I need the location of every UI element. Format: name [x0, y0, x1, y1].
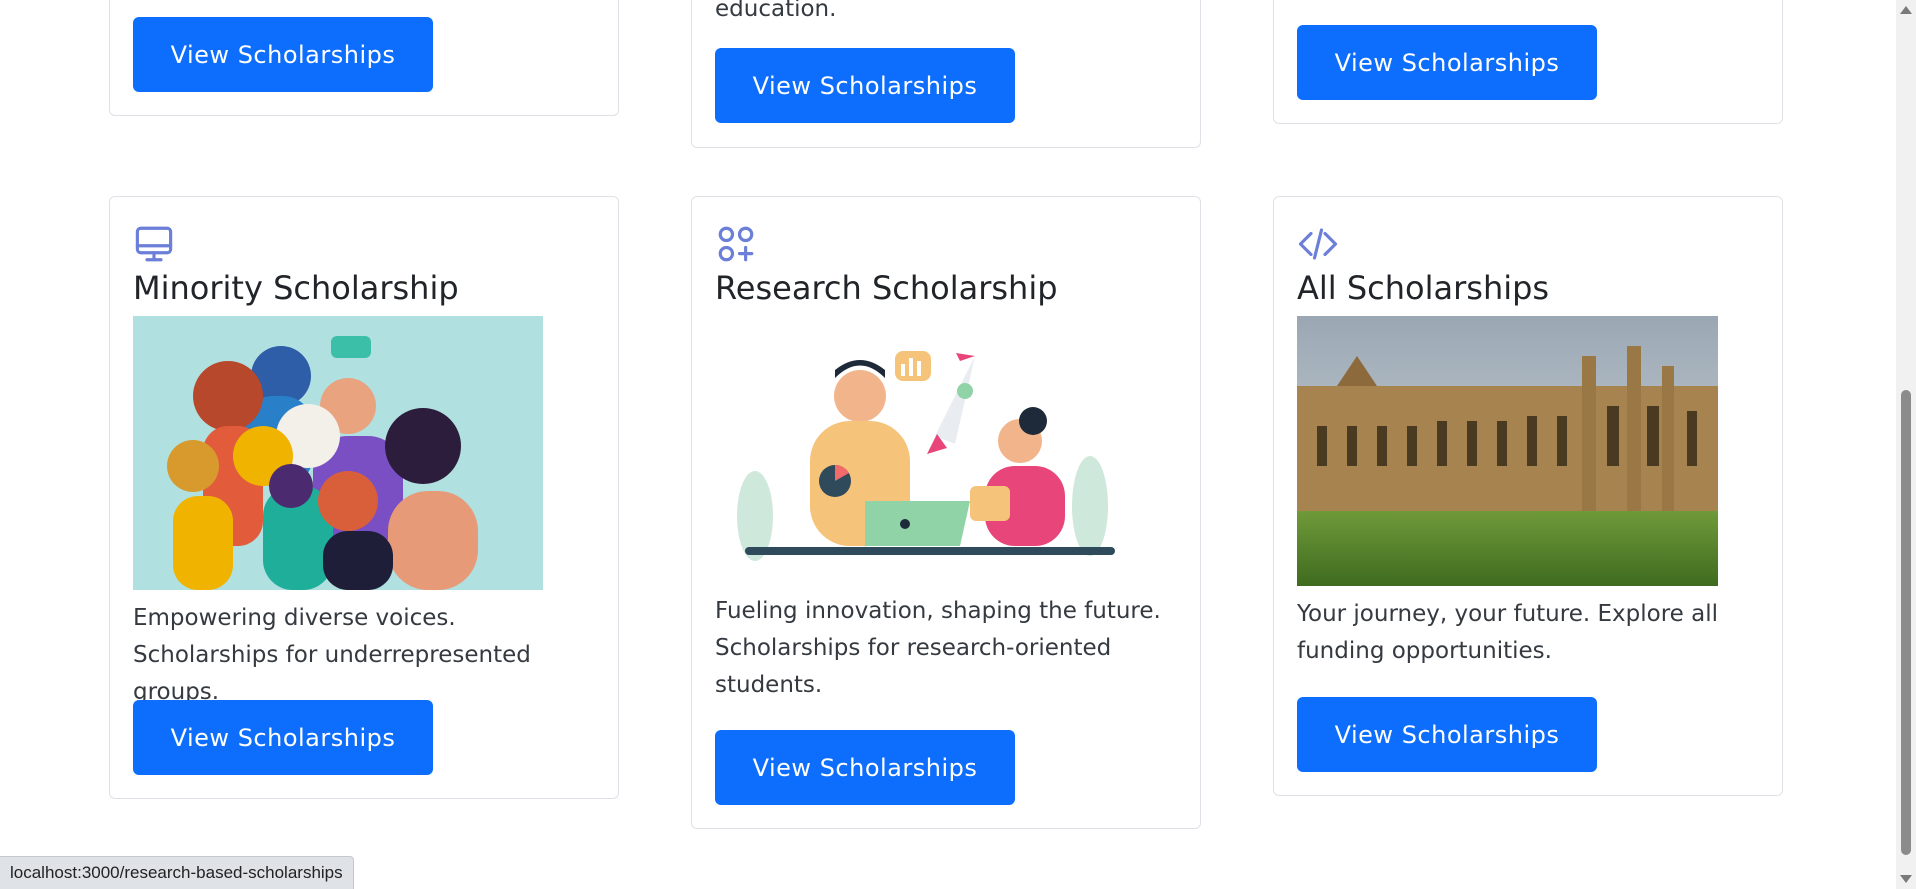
grid-plus-icon — [718, 226, 754, 262]
status-url: localhost:3000/research-based-scholarshi… — [10, 863, 343, 882]
scholarship-card-top-2: education. View Scholarships — [691, 0, 1201, 148]
scholarship-card-minority: Minority Scholarship Empowering diverse … — [109, 196, 619, 799]
scholarship-card-top-3: View Scholarships — [1273, 0, 1783, 124]
view-scholarships-button[interactable]: View Scholarships — [715, 730, 1015, 805]
card-description: Your journey, your future. Explore all f… — [1297, 601, 1718, 664]
card-title: All Scholarships — [1297, 269, 1550, 307]
view-scholarships-button[interactable]: View Scholarships — [1297, 25, 1597, 100]
scroll-thumb[interactable] — [1901, 390, 1911, 855]
scroll-up-arrow-icon[interactable] — [1900, 6, 1912, 14]
code-icon — [1298, 228, 1338, 260]
scholarship-card-all: All Scholarships Your journey, your futu… — [1273, 196, 1783, 796]
scholarship-card-top-1: View Scholarships — [109, 0, 619, 116]
vertical-scrollbar[interactable] — [1896, 0, 1916, 889]
view-scholarships-button[interactable]: View Scholarships — [133, 17, 433, 92]
diverse-people-illustration — [133, 316, 543, 590]
card-title: Minority Scholarship — [133, 269, 459, 307]
research-illustration — [715, 316, 1125, 590]
link-status-bar: localhost:3000/research-based-scholarshi… — [0, 856, 354, 889]
card-description: Empowering diverse voices. Scholarships … — [133, 605, 531, 705]
scholarship-card-research: Research Scholarship Fueling innovation,… — [691, 196, 1201, 829]
view-scholarships-button[interactable]: View Scholarships — [715, 48, 1015, 123]
view-scholarships-button[interactable]: View Scholarships — [133, 700, 433, 775]
card-description: Fueling innovation, shaping the future. … — [715, 598, 1161, 698]
view-scholarships-button[interactable]: View Scholarships — [1297, 697, 1597, 772]
card-description: education. — [715, 0, 837, 22]
university-building-photo — [1297, 316, 1718, 586]
card-title: Research Scholarship — [715, 269, 1058, 307]
scroll-down-arrow-icon[interactable] — [1900, 875, 1912, 883]
monitor-icon — [135, 226, 173, 262]
